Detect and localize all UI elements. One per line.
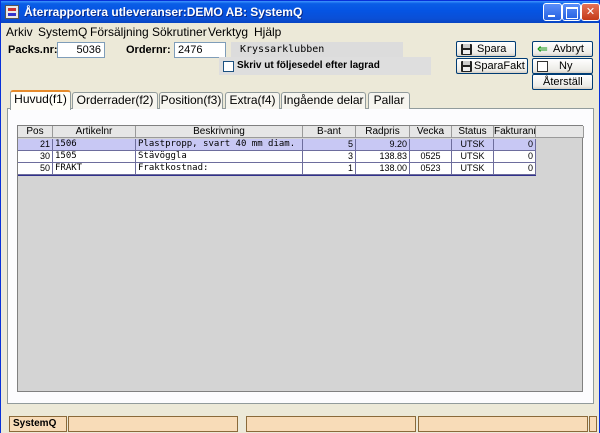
column-header-bant[interactable]: B-ant	[303, 126, 356, 138]
save-invoice-button[interactable]: SparaFakt	[456, 58, 528, 74]
ordernr-label: Ordernr:	[126, 44, 171, 56]
cell-fakturanr[interactable]: 0	[494, 163, 536, 175]
cell-beskrivning[interactable]: Stävöggla	[136, 151, 303, 163]
column-header-beskrivning[interactable]: Beskrivning	[136, 126, 303, 138]
column-header-status[interactable]: Status	[452, 126, 494, 138]
tab-pallar[interactable]: Pallar	[368, 92, 410, 109]
menu-systemq[interactable]: SystemQ	[38, 25, 87, 39]
order-lines-grid[interactable]: Pos Artikelnr Beskrivning B-ant Radpris …	[17, 125, 584, 392]
app-window: Återrapportera utleveranser:DEMO AB: Sys…	[0, 0, 600, 433]
back-arrow-icon: ⇐	[537, 41, 548, 56]
cell-vecka[interactable]: 0525	[410, 151, 452, 163]
close-button[interactable]	[581, 3, 600, 21]
print-delivery-note-label: Skriv ut följesedel efter lagrad	[237, 60, 380, 71]
app-icon	[5, 5, 19, 19]
save-button[interactable]: Spara	[456, 41, 516, 57]
status-cell-5	[589, 416, 597, 432]
cell-radpris[interactable]: 138.83	[356, 151, 410, 163]
packsnr-label: Packs.nr:	[8, 44, 58, 56]
floppy-disk-icon	[461, 44, 472, 55]
print-delivery-note-checkbox[interactable]	[223, 61, 234, 72]
title-bar[interactable]: Återrapportera utleveranser:DEMO AB: Sys…	[1, 1, 600, 23]
floppy-disk-icon	[461, 61, 472, 72]
cell-beskrivning[interactable]: Plastpropp, svart 40 mm diam.	[136, 139, 303, 151]
tab-ingaende-delar[interactable]: Ingående delar	[281, 92, 366, 109]
cell-beskrivning[interactable]: Fraktkostnad:	[136, 163, 303, 175]
minimize-button[interactable]	[543, 3, 562, 21]
cell-fakturanr[interactable]: 0	[494, 151, 536, 163]
menu-arkiv[interactable]: Arkiv	[6, 25, 33, 39]
cell-pos[interactable]: 30	[18, 151, 53, 163]
ordernr-field[interactable]: 2476	[174, 42, 226, 58]
cell-bant[interactable]: 5	[303, 139, 356, 151]
status-cell-4	[418, 416, 588, 432]
tab-huvud[interactable]: Huvud(f1)	[10, 90, 71, 110]
column-header-artikelnr[interactable]: Artikelnr	[53, 126, 136, 138]
menu-forsaljning[interactable]: Försäljning	[90, 25, 149, 39]
column-header-radpris[interactable]: Radpris	[356, 126, 410, 138]
cell-vecka[interactable]: 0523	[410, 163, 452, 175]
cell-status[interactable]: UTSK	[452, 163, 494, 175]
tab-strip: Huvud(f1) Orderrader(f2) Position(f3) Ex…	[1, 90, 599, 110]
status-cell-app: SystemQ	[9, 416, 67, 432]
packsnr-field[interactable]: 5036	[57, 42, 105, 58]
cell-bant[interactable]: 1	[303, 163, 356, 175]
cell-fakturanr[interactable]: 0	[494, 139, 536, 151]
cell-bant[interactable]: 3	[303, 151, 356, 163]
new-button[interactable]: Ny	[532, 58, 593, 74]
maximize-button[interactable]	[562, 3, 581, 21]
cell-pos[interactable]: 50	[18, 163, 53, 175]
column-header-vecka[interactable]: Vecka	[410, 126, 452, 138]
cell-status[interactable]: UTSK	[452, 151, 494, 163]
cell-radpris[interactable]: 138.00	[356, 163, 410, 175]
column-header-fakturanr[interactable]: Fakturanr	[494, 126, 536, 138]
grid-bottom-rule	[18, 175, 536, 176]
cancel-button[interactable]: ⇐ Avbryt	[532, 41, 593, 57]
reset-button[interactable]: Återställ	[532, 74, 593, 90]
cell-vecka[interactable]	[410, 139, 452, 151]
column-header-pos[interactable]: Pos	[18, 126, 53, 138]
tab-extra[interactable]: Extra(f4)	[225, 92, 280, 109]
column-header-filler	[536, 126, 584, 138]
status-cell-2	[68, 416, 238, 432]
cell-radpris[interactable]: 9.20	[356, 139, 410, 151]
customer-name: Kryssarklubben	[231, 42, 403, 58]
window-title: Återrapportera utleveranser:DEMO AB: Sys…	[24, 5, 303, 19]
cell-artikelnr[interactable]: 1505	[53, 151, 136, 163]
menu-verktyg[interactable]: Verktyg	[208, 25, 248, 39]
cell-status[interactable]: UTSK	[452, 139, 494, 151]
tab-position[interactable]: Position(f3)	[159, 92, 223, 109]
cell-artikelnr[interactable]: FRAKT	[53, 163, 136, 175]
new-document-icon	[537, 61, 548, 72]
menu-bar: Arkiv SystemQ Försäljning Sökrutiner Ver…	[1, 23, 599, 40]
status-bar: SystemQ	[1, 411, 599, 433]
cell-artikelnr[interactable]: 1506	[53, 139, 136, 151]
status-cell-3	[246, 416, 416, 432]
cell-pos[interactable]: 21	[18, 139, 53, 151]
tab-orderrader[interactable]: Orderrader(f2)	[72, 92, 158, 109]
menu-sokrutiner[interactable]: Sökrutiner	[152, 25, 207, 39]
menu-hjalp[interactable]: Hjälp	[254, 25, 281, 39]
